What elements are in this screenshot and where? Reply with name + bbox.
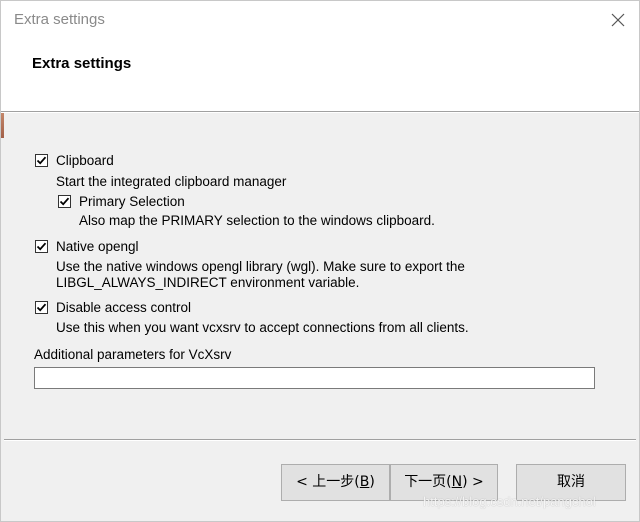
primary-selection-description: Also map the PRIMARY selection to the wi… [79, 213, 435, 228]
check-icon [36, 156, 47, 165]
disable-access-control-label[interactable]: Disable access control [56, 300, 191, 315]
clipboard-description: Start the integrated clipboard manager [56, 174, 287, 189]
footer-divider [4, 439, 636, 441]
back-button[interactable]: < 上一步(B) [281, 464, 390, 501]
close-button[interactable] [603, 5, 633, 35]
native-opengl-label[interactable]: Native opengl [56, 239, 139, 254]
additional-params-label: Additional parameters for VcXsrv [34, 347, 232, 362]
native-opengl-checkbox[interactable] [35, 240, 48, 253]
check-icon [36, 242, 47, 251]
check-icon [36, 303, 47, 312]
clipboard-label[interactable]: Clipboard [56, 153, 114, 168]
clipboard-checkbox[interactable] [35, 154, 48, 167]
disable-access-control-description: Use this when you want vcxsrv to accept … [56, 320, 469, 335]
page-title: Extra settings [32, 55, 132, 72]
primary-selection-label[interactable]: Primary Selection [79, 194, 185, 209]
window-title: Extra settings [14, 11, 105, 28]
native-opengl-description-line1: Use the native windows opengl library (w… [56, 259, 465, 274]
check-icon [59, 197, 70, 206]
title-bar: Extra settings [1, 1, 639, 39]
header-divider [1, 112, 639, 113]
page-header: Extra settings [1, 39, 639, 112]
background-edge [1, 113, 4, 138]
native-opengl-description-line2: LIBGL_ALWAYS_INDIRECT environment variab… [56, 275, 360, 290]
extra-settings-dialog: Extra settings Extra settings Clipboard … [0, 0, 640, 522]
disable-access-control-checkbox[interactable] [35, 301, 48, 314]
watermark-text: https://blog.csdn.net/pangchol [423, 494, 596, 509]
close-icon [611, 13, 625, 27]
additional-params-input[interactable] [34, 367, 595, 389]
primary-selection-checkbox[interactable] [58, 195, 71, 208]
